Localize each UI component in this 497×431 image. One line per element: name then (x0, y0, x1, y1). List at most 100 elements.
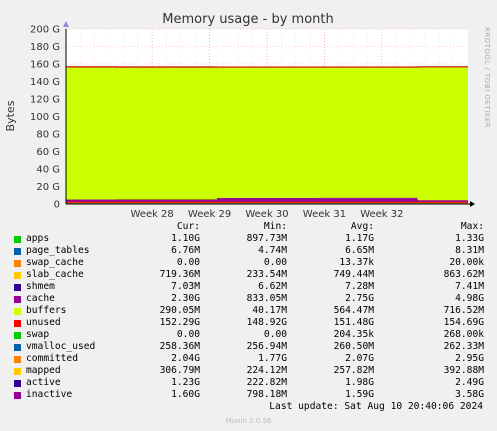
legend-value-cur: 2.04G (171, 353, 200, 364)
legend-value-avg: 1.59G (345, 389, 374, 400)
legend-value-max: 1.33G (455, 233, 484, 244)
legend-header: Cur: Min: Avg: Max: (0, 221, 497, 233)
legend-value-min: 224.12M (246, 365, 287, 376)
y-tick-label: 0 (54, 200, 60, 211)
y-axis-label: Bytes (4, 100, 17, 131)
legend-row-buffers: buffers 290.05M 40.17M 564.47M 716.52M (0, 305, 497, 317)
legend-value-max: 3.58G (455, 389, 484, 400)
legend-value-max: 7.41M (455, 281, 484, 292)
legend-row-committed: committed 2.04G 1.77G 2.07G 2.95G (0, 353, 497, 365)
legend-value-avg: 260.50M (333, 341, 374, 352)
legend-swatch (14, 308, 21, 315)
legend-value-min: 256.94M (246, 341, 287, 352)
legend-swatch (14, 392, 21, 399)
legend-value-max: 262.33M (443, 341, 484, 352)
legend-value-max: 8.31M (455, 245, 484, 256)
y-tick-label: 140 G (30, 77, 60, 88)
legend-value-min: 0.00 (263, 329, 287, 340)
legend-value-max: 20.00k (449, 257, 484, 268)
legend-value-min: 897.73M (246, 233, 287, 244)
legend-swatch (14, 248, 21, 255)
legend-swatch (14, 320, 21, 327)
legend-value-avg: 151.48G (333, 317, 374, 328)
legend-value-min: 798.18M (246, 389, 287, 400)
legend-value-min: 233.54M (246, 269, 287, 280)
legend-value-avg: 257.82M (333, 365, 374, 376)
legend-value-cur: 0.00 (176, 257, 200, 268)
legend-value-max: 2.49G (455, 377, 484, 388)
legend-value-avg: 7.28M (345, 281, 374, 292)
area-series (66, 66, 468, 204)
legend-value-cur: 152.29G (159, 317, 200, 328)
legend-label: vmalloc_used (26, 341, 96, 352)
legend-label: buffers (26, 305, 67, 316)
y-tick-label: 40 G (36, 165, 60, 176)
legend-value-max: 4.98G (455, 293, 484, 304)
x-tick-label: Week 31 (303, 209, 346, 220)
munin-version: Munin 2.0.56 (225, 417, 272, 425)
last-update-text: Last update: Sat Aug 10 20:40:06 2024 (269, 401, 483, 412)
legend-label: slab_cache (26, 269, 84, 280)
legend-row-active: active 1.23G 222.82M 1.98G 2.49G (0, 377, 497, 389)
legend-value-min: 833.05M (246, 293, 287, 304)
x-tick-label: Week 32 (360, 209, 403, 220)
x-tick-label: Week 29 (188, 209, 231, 220)
legend-label: inactive (26, 389, 73, 400)
legend-value-max: 2.95G (455, 353, 484, 364)
legend-label: unused (26, 317, 61, 328)
x-tick-label: Week 28 (130, 209, 173, 220)
legend-value-cur: 258.36M (159, 341, 200, 352)
legend-value-cur: 6.76M (171, 245, 200, 256)
legend-row-inactive: inactive 1.60G 798.18M 1.59G 3.58G (0, 389, 497, 401)
legend-row-mapped: mapped 306.79M 224.12M 257.82M 392.88M (0, 365, 497, 377)
legend-label: swap (26, 329, 50, 340)
y-axis-arrow (63, 21, 69, 27)
legend-value-max: 392.88M (443, 365, 484, 376)
legend-label: swap_cache (26, 257, 84, 268)
legend-value-max: 154.69G (443, 317, 484, 328)
x-axis-ticks: Week 28 Week 29 Week 30 Week 31 Week 32 (130, 209, 403, 220)
legend-value-avg: 2.75G (345, 293, 374, 304)
y-tick-label: 20 G (36, 182, 60, 193)
legend-value-cur: 7.03M (171, 281, 200, 292)
y-tick-label: 120 G (30, 95, 60, 106)
legend-value-avg: 749.44M (333, 269, 374, 280)
legend-row-page_tables: page_tables 6.76M 4.74M 6.65M 8.31M (0, 245, 497, 257)
y-tick-label: 80 G (36, 130, 60, 141)
legend-header-cur: Cur: (176, 221, 200, 232)
memory-chart: 0 20 G 40 G 60 G 80 G 100 G 120 G 140 G 160 G 180… (4, 12, 491, 220)
legend-row-swap_cache: swap_cache 0.00 0.00 13.37k 20.00k (0, 257, 497, 269)
legend-value-cur: 1.10G (171, 233, 200, 244)
legend-swatch (14, 260, 21, 267)
legend-value-max: 716.52M (443, 305, 484, 316)
legend-swatch (14, 344, 21, 351)
x-axis-arrow (470, 201, 475, 207)
legend-label: committed (26, 353, 78, 364)
legend-value-max: 863.62M (443, 269, 484, 280)
legend-value-min: 148.92G (246, 317, 287, 328)
legend-label: mapped (26, 365, 61, 376)
legend-swatch (14, 236, 21, 243)
legend-swatch (14, 272, 21, 279)
legend-table: Cur: Min: Avg: Max: apps 1.10G 897.73M 1.17… (0, 221, 497, 401)
legend-value-cur: 719.36M (159, 269, 200, 280)
legend-label: apps (26, 233, 50, 244)
legend-value-cur: 2.30G (171, 293, 200, 304)
legend-label: active (26, 377, 61, 388)
y-axis-ticks: 0 20 G 40 G 60 G 80 G 100 G 120 G 140 G 160 G 180… (30, 25, 60, 211)
legend-value-cur: 306.79M (159, 365, 200, 376)
legend-swatch (14, 284, 21, 291)
legend-value-min: 222.82M (246, 377, 287, 388)
legend-row-shmem: shmem 7.03M 6.62M 7.28M 7.41M (0, 281, 497, 293)
legend-value-cur: 1.23G (171, 377, 200, 388)
legend-swatch (14, 296, 21, 303)
legend-value-avg: 564.47M (333, 305, 374, 316)
legend-row-vmalloc_used: vmalloc_used 258.36M 256.94M 260.50M 262.33M (0, 341, 497, 353)
legend-value-avg: 204.35k (333, 329, 374, 340)
legend-swatch (14, 332, 21, 339)
legend-row-cache: cache 2.30G 833.05M 2.75G 4.98G (0, 293, 497, 305)
legend-rows: apps 1.10G 897.73M 1.17G 1.33G page_tables 6.7… (0, 233, 497, 401)
legend-row-swap: swap 0.00 0.00 204.35k 268.00k (0, 329, 497, 341)
legend-header-min: Min: (263, 221, 287, 232)
legend-swatch (14, 368, 21, 375)
